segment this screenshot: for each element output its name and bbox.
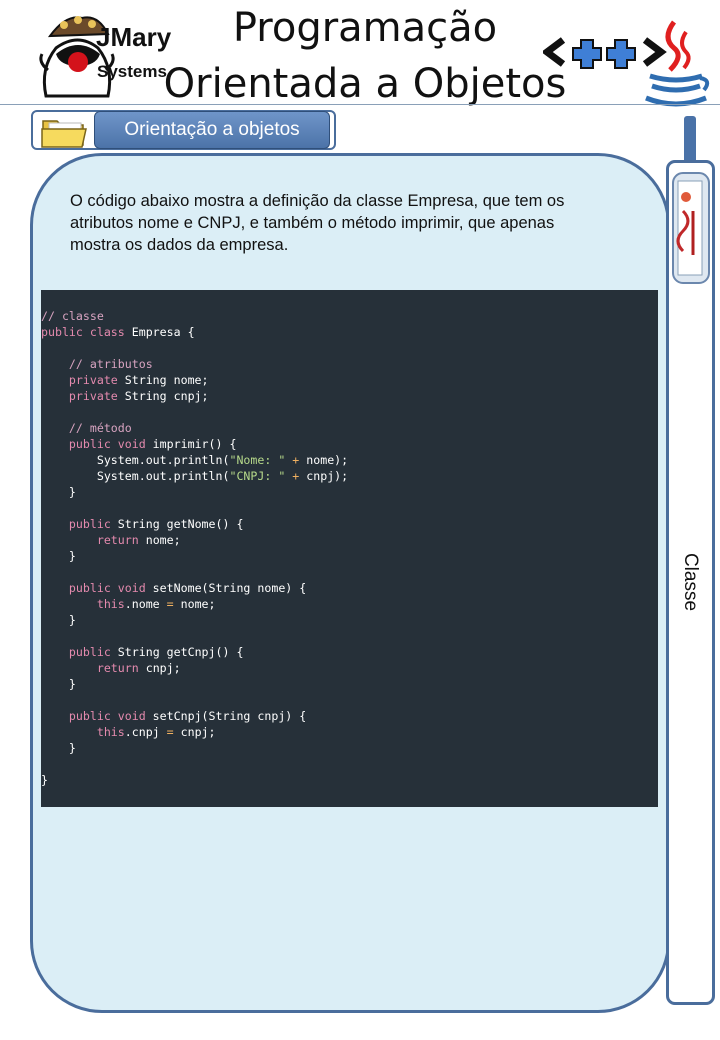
code-token: // método [41,421,132,435]
code-token: public void [41,709,146,723]
code-token: String nome; [117,373,209,387]
code-line: } [41,772,658,788]
sidebar-label: Classe [680,552,701,612]
code-line: } [41,612,658,628]
code-line: // classe [41,308,658,324]
code-line: System.out.println("CNPJ: " + cnpj); [41,468,658,484]
code-token: public class [41,325,125,339]
code-block: // classe public class Empresa { // atrib… [41,290,658,807]
code-token: nome); [306,453,349,467]
code-token: return [41,661,139,675]
code-token: "CNPJ: " [229,469,286,483]
code-token: cnpj); [306,469,349,483]
code-token: = [166,597,174,611]
java-coffee-cup-icon [645,20,710,107]
code-line: System.out.println("Nome: " + nome); [41,452,658,468]
code-token: public [41,517,111,531]
code-token: String getNome() { [110,517,244,531]
code-token: nome; [138,533,181,547]
page-title-line-2: Orientada a Objetos [163,61,567,107]
code-token: private [41,389,118,403]
code-token: this [41,597,125,611]
code-token: } [41,677,76,691]
code-line: private String nome; [41,372,658,388]
code-token: cnpj; [173,725,216,739]
code-token: + [285,469,307,483]
code-line: // método [41,420,658,436]
code-line: public String getCnpj() { [41,644,658,660]
code-line: public void setNome(String nome) { [41,580,658,596]
code-token: nome; [173,597,216,611]
folder-icon [41,120,87,148]
header-divider [0,104,720,105]
code-line: public class Empresa { [41,324,658,340]
code-token: cnpj; [138,661,181,675]
intro-paragraph: O código abaixo mostra a definição da cl… [70,192,565,254]
code-token: public void [41,581,146,595]
code-line: public void setCnpj(String cnpj) { [41,708,658,724]
code-token: + [285,453,307,467]
code-line: } [41,484,658,500]
code-line: } [41,740,658,756]
code-token: // classe [41,309,104,323]
code-line: } [41,676,658,692]
code-token: = [166,725,174,739]
code-line: // atributos [41,356,658,372]
code-token: System.out.println( [41,453,230,467]
code-token: } [41,613,76,627]
code-token: private [41,373,118,387]
code-token: } [41,773,48,787]
code-token: .nome [124,597,167,611]
code-token: } [41,741,76,755]
code-line: return nome; [41,532,658,548]
document-scroll-icon [672,172,710,284]
code-token: String cnpj; [117,389,209,403]
code-token: imprimir() { [145,437,237,451]
code-token: setNome(String nome) { [145,581,307,595]
code-token: .cnpj [124,725,167,739]
code-token: } [41,549,76,563]
code-token: this [41,725,125,739]
code-token: return [41,533,139,547]
code-token: // atributos [41,357,153,371]
page-title-line-1: Programação [232,5,498,51]
code-line: public void imprimir() { [41,436,658,452]
code-line: } [41,548,658,564]
code-token: setCnpj(String cnpj) { [145,709,307,723]
sidebar-connector [684,116,696,164]
code-token: String getCnpj() { [110,645,244,659]
code-token: System.out.println( [41,469,230,483]
code-line: this.nome = nome; [41,596,658,612]
code-token: public [41,645,111,659]
code-line: public String getNome() { [41,516,658,532]
code-line: return cnpj; [41,660,658,676]
code-line: private String cnpj; [41,388,658,404]
code-token: "Nome: " [229,453,286,467]
code-token: public void [41,437,146,451]
section-title[interactable]: Orientação a objetos [94,111,330,149]
code-token: } [41,485,76,499]
code-token: Empresa { [124,325,195,339]
code-line: this.cnpj = cnpj; [41,724,658,740]
